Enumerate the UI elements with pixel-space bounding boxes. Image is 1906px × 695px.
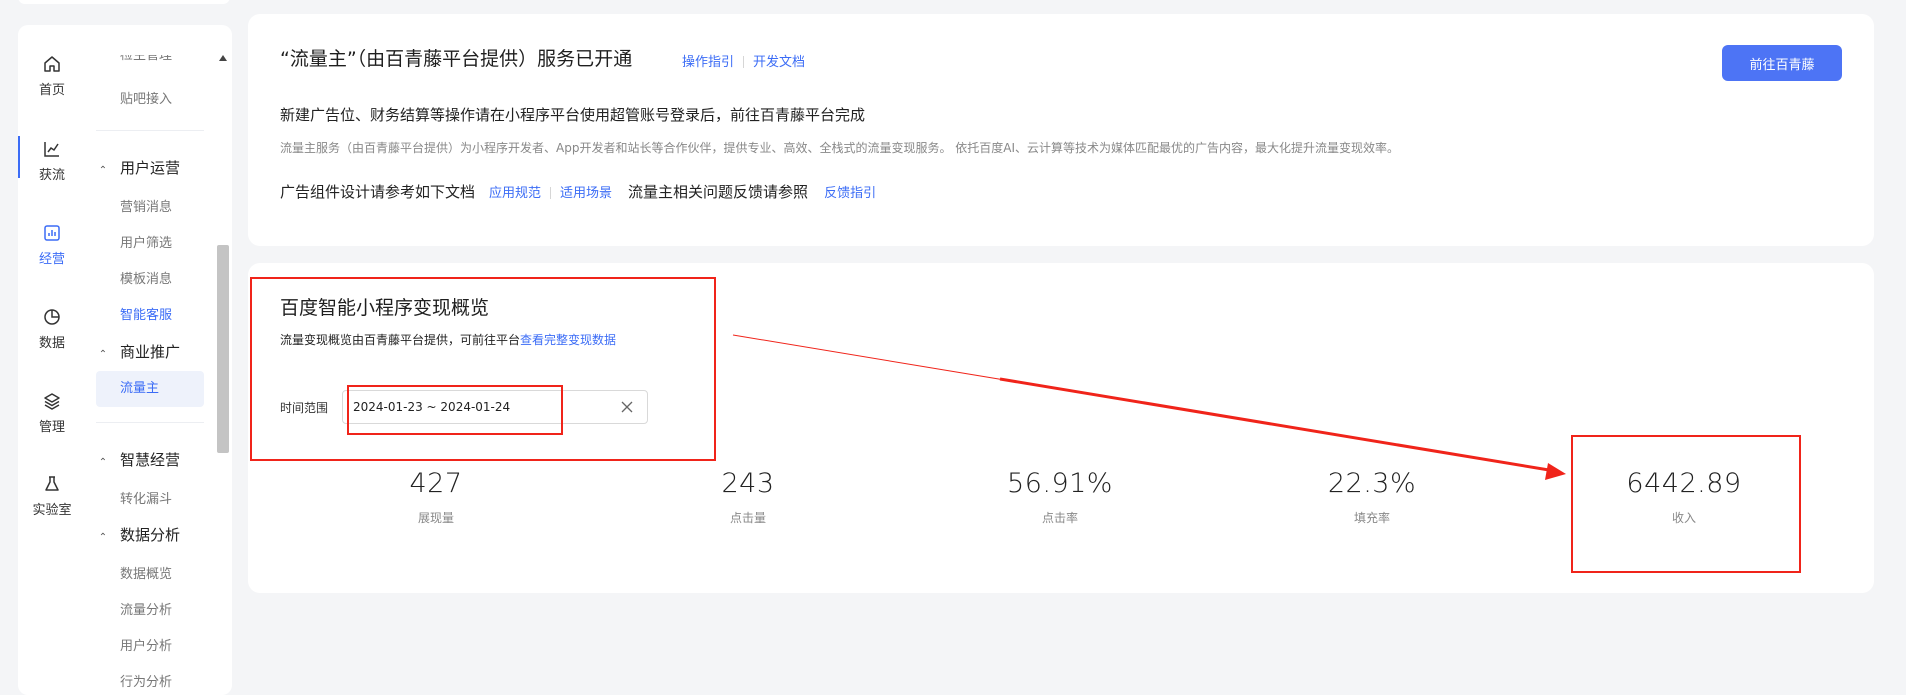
operation-guide-link[interactable]: 操作指引 <box>682 55 734 70</box>
menu-group-biz[interactable]: ⌃ 商业推广 <box>96 341 180 362</box>
rail-item-operate[interactable]: 经营 <box>18 224 86 267</box>
date-range-label: 时间范围 <box>280 401 329 415</box>
menu-divider <box>96 130 204 131</box>
rail-label-operate: 经营 <box>38 252 65 267</box>
metric-fill-rate: 22.3% 填充率 <box>1272 468 1472 526</box>
pie-chart-icon <box>44 309 60 325</box>
rail-item-data[interactable]: 数据 <box>18 308 86 351</box>
menu-item-funnel[interactable]: 转化漏斗 <box>120 488 172 507</box>
feedback-guide-link[interactable]: 反馈指引 <box>824 186 876 201</box>
metric-label: 点击量 <box>729 511 766 525</box>
rail-item-lab[interactable]: 实验室 <box>18 475 86 518</box>
rail-label-acquire: 获流 <box>38 168 65 183</box>
menu-item-template-msg[interactable]: 模板消息 <box>120 268 172 287</box>
menu-item-user-filter[interactable]: 用户筛选 <box>120 232 172 251</box>
top-panel-stub <box>18 0 230 4</box>
rail-label-lab: 实验室 <box>32 503 72 518</box>
left-navigation-panel: 首页 获流 经营 数据 管理 实验室 检主管理 贴吧接入 ⌃ 用户运营 营销消息 … <box>18 25 232 695</box>
metric-value: 56.91% <box>1007 468 1113 499</box>
menu-item-behavior-analysis[interactable]: 行为分析 <box>120 671 172 690</box>
chevron-up-icon: ⌃ <box>98 457 108 468</box>
icon-rail: 首页 获流 经营 数据 管理 实验室 <box>18 25 86 695</box>
menu-group-label: 用户运营 <box>120 159 181 177</box>
overview-title: 百度智能小程序变现概览 <box>280 297 490 319</box>
metric-value: 427 <box>409 468 463 499</box>
service-links: 操作指引 开发文档 <box>682 51 805 70</box>
link-separator <box>743 55 745 68</box>
menu-group-label: 数据分析 <box>120 526 181 544</box>
rail-item-acquire[interactable]: 获流 <box>18 136 86 183</box>
menu-group-smart[interactable]: ⌃ 智慧经营 <box>96 449 180 470</box>
menu-scrollbar[interactable] <box>216 55 230 695</box>
metric-label: 展现量 <box>417 511 454 525</box>
line-chart-icon <box>44 142 59 157</box>
dev-docs-link[interactable]: 开发文档 <box>753 55 805 70</box>
scrollbar-thumb[interactable] <box>217 245 229 453</box>
metric-value: 6442.89 <box>1626 468 1742 499</box>
metric-value: 22.3% <box>1327 468 1417 499</box>
doc-reference-row: 广告组件设计请参考如下文档 应用规范 适用场景 流量主相关问题反馈请参照 反馈指引 <box>280 181 876 202</box>
menu-item-traffic-owner[interactable]: 流量主 <box>96 371 204 407</box>
bar-chart-icon <box>44 225 60 241</box>
metric-revenue: 6442.89 收入 <box>1584 468 1784 526</box>
menu-group-user-ops[interactable]: ⌃ 用户运营 <box>96 157 180 178</box>
overview-subtitle-text: 流量变现概览由百青藤平台提供，可前往平台 <box>280 333 521 347</box>
date-range-picker[interactable]: 2024-01-23 ~ 2024-01-24 <box>342 390 648 424</box>
flask-icon <box>45 476 59 491</box>
service-title: “流量主”（由百青藤平台提供）服务已开通 <box>280 48 633 70</box>
rail-item-home[interactable]: 首页 <box>18 55 86 98</box>
metric-impressions: 427 展现量 <box>336 468 536 526</box>
go-to-baiqingteng-button[interactable]: 前往百青藤 <box>1722 45 1842 81</box>
close-icon[interactable] <box>621 401 633 413</box>
menu-item-tieba[interactable]: 贴吧接入 <box>120 88 172 107</box>
metric-clicks: 243 点击量 <box>648 468 848 526</box>
metric-label: 收入 <box>1671 511 1696 525</box>
sub-menu: 检主管理 贴吧接入 ⌃ 用户运营 营销消息 用户筛选 模板消息 智能客服 ⌃ 商业推… <box>96 25 222 695</box>
chevron-up-icon: ⌃ <box>98 349 108 360</box>
rail-label-home: 首页 <box>38 83 65 98</box>
menu-item-smart-cs[interactable]: 智能客服 <box>120 304 172 323</box>
menu-item-traffic-analysis[interactable]: 流量分析 <box>120 599 172 618</box>
menu-group-analytics[interactable]: ⌃ 数据分析 <box>96 524 180 545</box>
date-range-value: 2024-01-23 ~ 2024-01-24 <box>353 400 511 414</box>
metric-label: 点击率 <box>1041 511 1078 525</box>
app-spec-link[interactable]: 应用规范 <box>489 186 541 201</box>
scroll-up-arrow-icon[interactable] <box>219 55 227 61</box>
menu-item-cut[interactable]: 检主管理 <box>120 55 172 63</box>
rail-item-manage[interactable]: 管理 <box>18 392 86 435</box>
metric-value: 243 <box>721 468 775 499</box>
menu-group-label: 商业推广 <box>120 343 181 361</box>
home-icon <box>44 56 60 72</box>
menu-item-marketing-msg[interactable]: 营销消息 <box>120 196 172 215</box>
layers-icon <box>44 393 60 410</box>
metric-label: 填充率 <box>1353 511 1390 525</box>
ad-component-text: 广告组件设计请参考如下文档 <box>280 183 476 201</box>
service-description: 流量主服务（由百青藤平台提供）为小程序开发者、App开发者和站长等合作伙伴，提供… <box>280 141 1400 155</box>
menu-divider <box>96 422 204 423</box>
chevron-up-icon: ⌃ <box>98 532 108 543</box>
feedback-text: 流量主相关问题反馈请参照 <box>628 183 809 201</box>
service-enabled-card: “流量主”（由百青藤平台提供）服务已开通 操作指引 开发文档 前往百青藤 新建广告… <box>248 14 1874 246</box>
instruction-heading: 新建广告位、财务结算等操作请在小程序平台使用超管账号登录后，前往百青藤平台完成 <box>280 106 866 124</box>
menu-item-data-overview[interactable]: 数据概览 <box>120 563 172 582</box>
link-separator <box>550 186 552 199</box>
rail-label-manage: 管理 <box>38 420 65 435</box>
chevron-up-icon: ⌃ <box>98 165 108 176</box>
view-full-data-link[interactable]: 查看完整变现数据 <box>520 333 616 347</box>
rail-label-data: 数据 <box>38 336 65 351</box>
menu-group-label: 智慧经营 <box>120 451 181 469</box>
menu-item-user-analysis[interactable]: 用户分析 <box>120 635 172 654</box>
metric-ctr: 56.91% 点击率 <box>960 468 1160 526</box>
overview-subtitle: 流量变现概览由百青藤平台提供，可前往平台查看完整变现数据 <box>280 331 616 348</box>
use-scene-link[interactable]: 适用场景 <box>560 186 612 201</box>
monetization-overview-card: 百度智能小程序变现概览 流量变现概览由百青藤平台提供，可前往平台查看完整变现数据… <box>248 263 1874 593</box>
